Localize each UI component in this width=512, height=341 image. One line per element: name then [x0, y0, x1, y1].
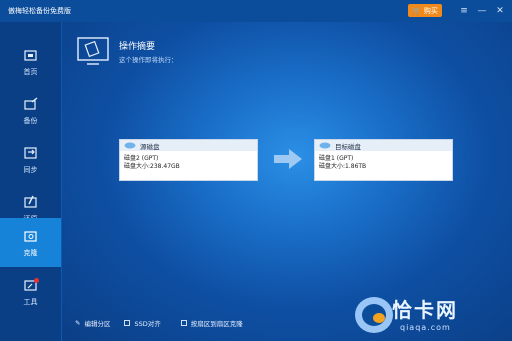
sidebar-item-label: 克隆	[23, 248, 38, 257]
ssd-align-checkbox[interactable]	[124, 320, 131, 326]
edit-partition-link[interactable]: 编辑分区	[84, 318, 110, 328]
sidebar: 首页 备份 同步 还原 克隆 工具	[0, 22, 62, 341]
sidebar-item-label: 同步	[23, 165, 38, 174]
page-subtitle: 这个操作即将执行：	[119, 56, 178, 64]
buy-label: 购买	[423, 6, 438, 15]
target-disk-size: 磁盘大小:1.86TB	[319, 163, 367, 170]
sidebar-item-home[interactable]: 首页	[0, 37, 61, 86]
cart-icon: 🛒	[412, 6, 421, 15]
buy-button[interactable]: 🛒 购买	[408, 4, 442, 17]
page-title: 操作摘要	[119, 42, 156, 52]
arrow-right-icon	[274, 149, 302, 169]
source-disk-size: 磁盘大小:238.47GB	[124, 163, 180, 170]
sidebar-item-label: 工具	[23, 297, 38, 306]
sidebar-item-clone[interactable]: 克隆	[0, 218, 61, 267]
sector-clone-label: 按扇区到扇区克隆	[190, 320, 243, 328]
backup-icon	[23, 96, 37, 110]
monitor-icon	[77, 37, 109, 65]
menu-icon[interactable]: ≡	[458, 5, 470, 17]
minimize-icon[interactable]: —	[476, 5, 488, 17]
sync-icon	[23, 146, 37, 159]
target-disk-header: 目标磁盘	[315, 140, 452, 151]
sidebar-item-label: 备份	[23, 116, 38, 125]
restore-icon	[23, 195, 37, 208]
sidebar-item-sync[interactable]: 同步	[0, 135, 61, 184]
target-disk-title: 目标磁盘	[335, 142, 361, 151]
sidebar-item-backup[interactable]: 备份	[0, 86, 61, 135]
ssd-align-label: SSD对齐	[134, 320, 161, 328]
target-disk-partition: 磁盘1 (GPT)	[319, 155, 354, 162]
source-disk-title: 源磁盘	[140, 142, 160, 151]
notification-dot	[34, 278, 39, 283]
source-disk-partition: 磁盘2 (GPT)	[124, 155, 159, 162]
sidebar-item-tools[interactable]: 工具	[0, 267, 61, 316]
close-icon[interactable]: ✕	[494, 5, 506, 17]
edit-icon[interactable]: ✎	[75, 319, 80, 327]
source-disk-card: 源磁盘 磁盘2 (GPT) 磁盘大小:238.47GB	[119, 139, 258, 181]
clone-icon	[23, 230, 37, 242]
options-bar: ✎ 编辑分区 SSD对齐 按扇区到扇区克隆	[75, 318, 243, 328]
watermark-brand: 恰卡网	[392, 298, 458, 322]
sector-clone-checkbox[interactable]	[180, 320, 187, 326]
target-disk-card: 目标磁盘 磁盘1 (GPT) 磁盘大小:1.86TB	[314, 139, 453, 181]
disk-icon	[124, 142, 136, 149]
watermark-url: qiaqa.com	[400, 323, 451, 332]
source-disk-header: 源磁盘	[120, 140, 257, 151]
disk-icon	[319, 142, 331, 149]
home-icon	[23, 49, 37, 61]
sidebar-item-label: 首页	[23, 67, 38, 76]
app-title: 傲梅轻松备份免费版	[8, 7, 71, 15]
